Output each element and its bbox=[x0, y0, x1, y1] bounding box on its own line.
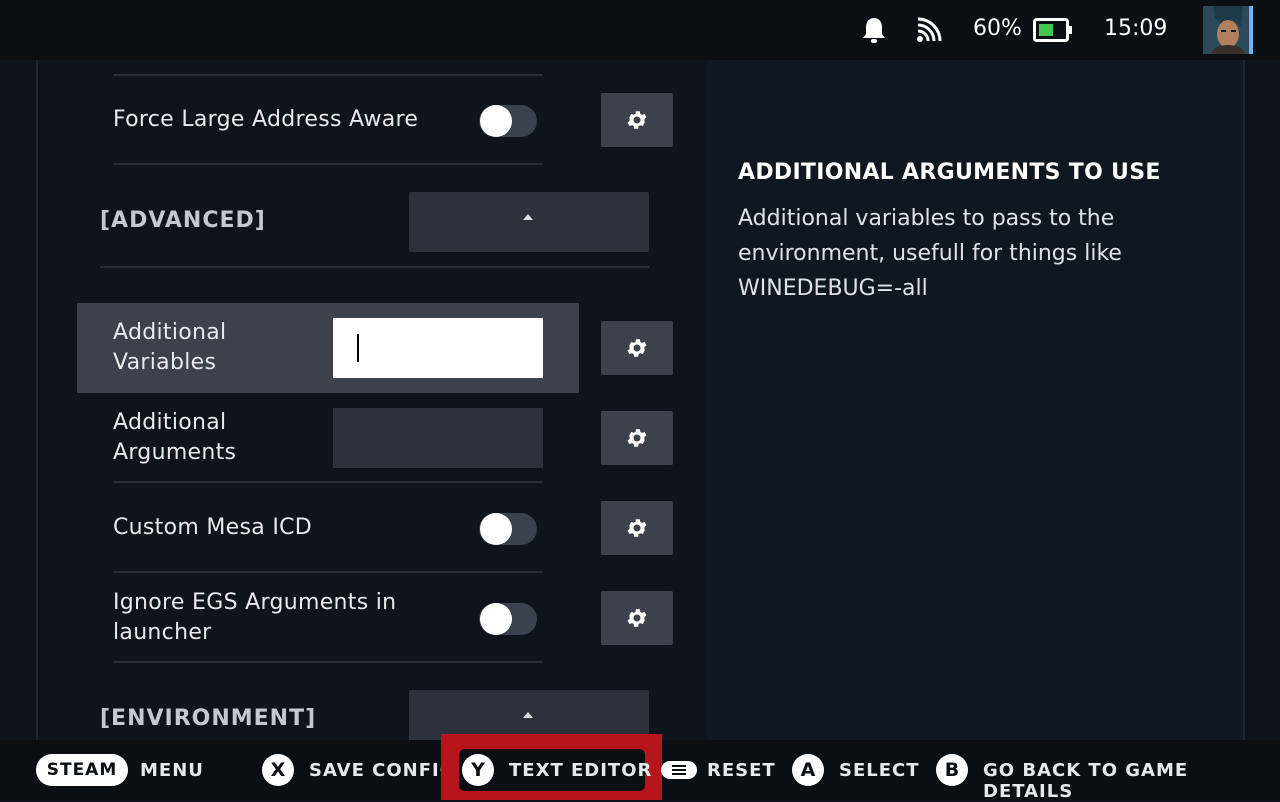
wifi-icon[interactable] bbox=[915, 16, 945, 44]
force-large-address-aware-label: Force Large Address Aware bbox=[113, 107, 419, 132]
gear-icon bbox=[627, 339, 647, 357]
advanced-section-label: [ADVANCED] bbox=[100, 208, 266, 233]
divider bbox=[113, 571, 543, 573]
text-editor-label[interactable]: TEXT EDITOR bbox=[509, 760, 652, 781]
x-button[interactable]: X bbox=[262, 754, 294, 786]
toggle-knob bbox=[480, 603, 512, 635]
clock: 15:09 bbox=[1104, 16, 1168, 41]
toggle-knob bbox=[480, 513, 512, 545]
text-cursor bbox=[357, 334, 359, 362]
battery-icon[interactable] bbox=[1033, 18, 1073, 42]
ignore-egs-arguments-label-line2: launcher bbox=[113, 620, 212, 645]
ignore-egs-arguments-settings-button[interactable] bbox=[601, 591, 673, 645]
environment-collapse-button[interactable] bbox=[409, 690, 649, 740]
avatar[interactable] bbox=[1203, 6, 1253, 54]
steam-button[interactable]: STEAM bbox=[36, 754, 128, 786]
caret-up-icon bbox=[523, 712, 533, 718]
button-hint-bar: STEAM MENU X SAVE CONFIG Y TEXT EDITOR R… bbox=[0, 734, 1280, 802]
toggle-knob bbox=[480, 105, 512, 137]
divider bbox=[113, 661, 543, 663]
description-body: Additional variables to pass to the envi… bbox=[738, 206, 1122, 301]
divider bbox=[100, 266, 649, 268]
menu-lines-icon[interactable] bbox=[661, 761, 697, 779]
advanced-collapse-button[interactable] bbox=[409, 192, 649, 252]
bell-icon[interactable] bbox=[861, 16, 887, 44]
additional-arguments-input[interactable] bbox=[333, 408, 543, 468]
y-button[interactable]: Y bbox=[462, 754, 494, 786]
menu-label[interactable]: MENU bbox=[140, 760, 204, 781]
custom-mesa-icd-toggle[interactable] bbox=[479, 513, 537, 545]
a-button[interactable]: A bbox=[792, 754, 824, 786]
divider bbox=[113, 74, 543, 76]
gear-icon bbox=[627, 111, 647, 129]
divider bbox=[113, 163, 543, 165]
save-config-label[interactable]: SAVE CONFIG bbox=[309, 760, 456, 781]
gear-icon bbox=[627, 429, 647, 447]
additional-arguments-label-line1: Additional bbox=[113, 410, 227, 435]
reset-label[interactable]: RESET bbox=[707, 760, 776, 781]
gear-icon bbox=[627, 609, 647, 627]
description-panel: ADDITIONAL ARGUMENTS TO USE Additional v… bbox=[707, 60, 1245, 740]
custom-mesa-icd-label: Custom Mesa ICD bbox=[113, 515, 313, 540]
force-large-address-aware-toggle[interactable] bbox=[479, 105, 537, 137]
custom-mesa-icd-settings-button[interactable] bbox=[601, 501, 673, 555]
additional-variables-label-line2: Variables bbox=[113, 350, 217, 375]
settings-panel: Force Large Address Aware [ADVANCED] Add… bbox=[36, 60, 709, 740]
force-large-address-aware-settings-button[interactable] bbox=[601, 93, 673, 147]
additional-variables-input[interactable] bbox=[333, 318, 543, 378]
additional-variables-label-line1: Additional bbox=[113, 320, 227, 345]
gear-icon bbox=[627, 519, 647, 537]
additional-variables-settings-button[interactable] bbox=[601, 321, 673, 375]
go-back-label[interactable]: GO BACK TO GAME DETAILS bbox=[983, 760, 1280, 802]
ignore-egs-arguments-toggle[interactable] bbox=[479, 603, 537, 635]
status-bar: 60% 15:09 bbox=[0, 0, 1280, 60]
b-button[interactable]: B bbox=[936, 754, 968, 786]
caret-up-icon bbox=[523, 214, 533, 220]
additional-arguments-settings-button[interactable] bbox=[601, 411, 673, 465]
additional-arguments-label-line2: Arguments bbox=[113, 440, 237, 465]
select-label[interactable]: SELECT bbox=[839, 760, 920, 781]
divider bbox=[113, 481, 543, 483]
battery-percentage: 60% bbox=[973, 16, 1022, 41]
description-title: ADDITIONAL ARGUMENTS TO USE bbox=[738, 160, 1161, 185]
environment-section-label: [ENVIRONMENT] bbox=[100, 706, 317, 731]
ignore-egs-arguments-label-line1: Ignore EGS Arguments in bbox=[113, 590, 397, 615]
